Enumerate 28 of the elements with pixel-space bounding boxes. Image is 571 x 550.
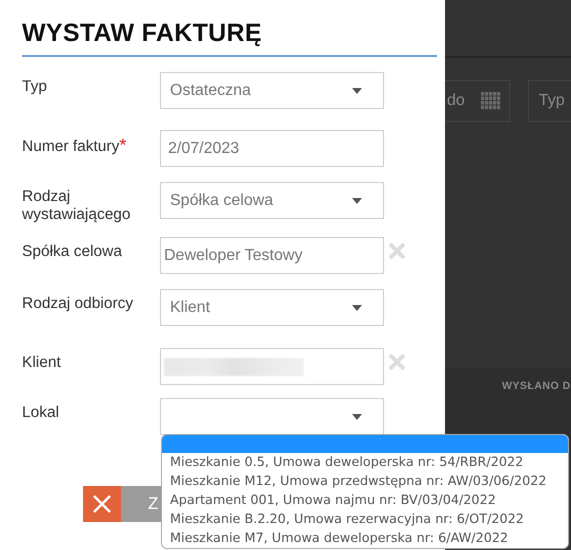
dialog-title: WYSTAW FAKTURĘ (22, 18, 262, 48)
dropdown-field[interactable]: Spółka celowa (160, 182, 384, 219)
field-label: Spółka celowa (22, 242, 122, 261)
caret-icon (352, 304, 362, 310)
input-field[interactable]: 2/07/2023 (160, 130, 384, 167)
field-label: Typ (22, 77, 47, 96)
calendar-icon (480, 92, 501, 110)
date-field[interactable]: do (445, 80, 510, 122)
field-label: Lokal (22, 403, 60, 422)
close-icon (92, 494, 112, 514)
input-field[interactable]: Deweloper Testowy (160, 237, 384, 274)
column-header[interactable]: WYSŁANO D (502, 380, 571, 392)
caret-icon (352, 198, 362, 204)
type-filter-field[interactable]: Typ (528, 80, 571, 122)
dropdown-option[interactable] (162, 435, 568, 453)
field-label: Klient (22, 353, 61, 372)
input-field[interactable] (160, 348, 384, 385)
clear-icon[interactable] (387, 352, 407, 372)
dropdown-field[interactable]: Ostateczna (160, 72, 384, 109)
caret-icon (352, 414, 362, 420)
cancel-button[interactable] (83, 486, 121, 522)
field-label: Numer faktury* (22, 134, 126, 156)
clear-icon[interactable] (387, 241, 407, 261)
field-label: Rodzaj odbiorcy (22, 294, 134, 313)
dropdown-field[interactable]: Klient (160, 289, 384, 326)
dropdown-option[interactable]: Mieszkanie M7, Umowa deweloperska nr: 6/AW/2022 (162, 529, 568, 548)
field-label: Rodzaj wystawiającego (22, 187, 132, 224)
caret-icon (352, 88, 362, 94)
